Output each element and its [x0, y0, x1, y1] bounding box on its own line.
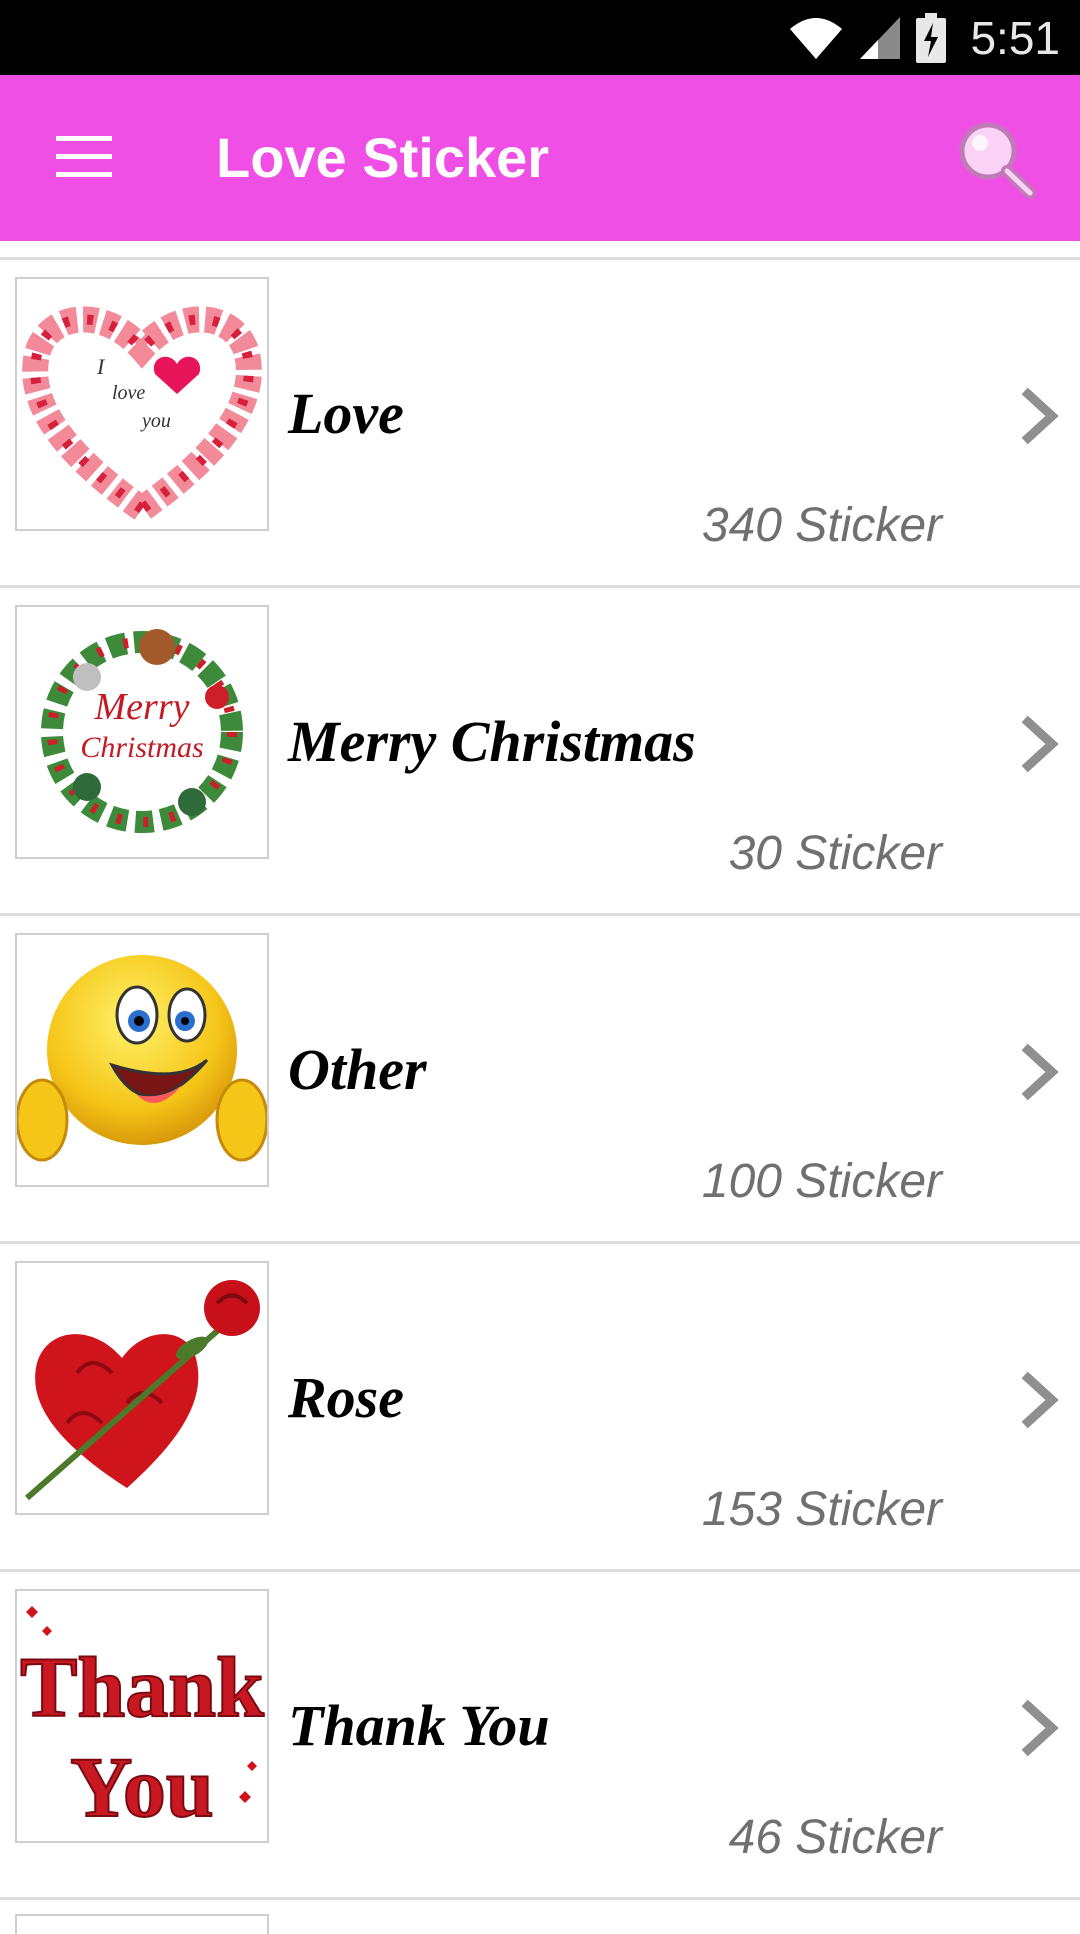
christmas-wreath-icon: Merry Christmas: [41, 629, 243, 833]
category-title: Love: [288, 381, 404, 446]
chevron-right-icon: [1021, 1700, 1059, 1756]
list-item-rose[interactable]: Rose 153 Sticker: [0, 1244, 1080, 1572]
app-title: Love Sticker: [216, 126, 550, 189]
thumb-text: you: [140, 410, 171, 432]
sticker-count: 30 Sticker: [728, 827, 942, 880]
chevron-right-icon: [1021, 388, 1059, 444]
category-title: Rose: [288, 1365, 404, 1430]
thumb-text: Christmas: [80, 731, 203, 764]
heart-petals-icon: I love you: [22, 306, 262, 525]
chevron-right-icon: [1021, 1372, 1059, 1428]
search-button[interactable]: [950, 115, 1040, 205]
thumbnail-thank-you: Thank You: [15, 1589, 269, 1843]
status-icons: 5:51: [788, 0, 1060, 75]
rose-heart-icon: [25, 1280, 260, 1501]
status-bar: 5:51: [0, 0, 1080, 75]
list-item-thank-you[interactable]: Thank You Thank You 46 Sticker: [0, 1572, 1080, 1900]
thumbnail-partial: [15, 1914, 269, 1934]
thumb-text: Merry: [94, 686, 190, 728]
thumb-text: You: [70, 1739, 213, 1835]
menu-button[interactable]: [40, 120, 130, 192]
category-title: Other: [288, 1037, 427, 1102]
cell-signal-icon: [860, 16, 901, 59]
category-title: Merry Christmas: [288, 709, 696, 774]
chevron-right-icon: [1021, 1044, 1059, 1100]
sticker-count: 340 Sticker: [701, 499, 942, 552]
status-time: 5:51: [970, 11, 1060, 64]
sticker-category-list: I love you Love 340 Sticker Merry Christ…: [0, 241, 1080, 1934]
thumbnail-merry-christmas: Merry Christmas: [15, 605, 269, 859]
battery-charging-icon: [916, 12, 947, 63]
list-item-merry-christmas[interactable]: Merry Christmas Merry Christmas 30 Stick…: [0, 588, 1080, 916]
sticker-count: 153 Sticker: [701, 1483, 942, 1536]
thumb-text: Thank: [20, 1639, 264, 1735]
list-top-divider: [0, 241, 1080, 260]
thumb-text: I: [96, 354, 106, 379]
thumbnail-other: [15, 933, 269, 1187]
wifi-icon: [790, 17, 843, 59]
category-title: Thank You: [288, 1693, 550, 1758]
hamburger-menu-icon-line: [56, 153, 112, 159]
hamburger-menu-icon-line: [56, 171, 112, 177]
hamburger-menu-icon: [56, 135, 112, 141]
list-item-partial[interactable]: [0, 1900, 1080, 1934]
list-item-love[interactable]: I love you Love 340 Sticker: [0, 260, 1080, 588]
list-item-other[interactable]: Other 100 Sticker: [0, 916, 1080, 1244]
search-icon: [959, 122, 1036, 199]
thumbnail-rose: [15, 1261, 269, 1515]
chevron-right-icon: [1021, 716, 1059, 772]
thumbnail-love: I love you: [15, 277, 269, 531]
thank-you-glitter-icon: Thank You: [19, 1606, 265, 1836]
app-bar: Love Sticker: [0, 75, 1080, 241]
sticker-count: 46 Sticker: [728, 1811, 942, 1864]
thumb-text: love: [112, 382, 145, 404]
smiley-thumbs-up-icon: [17, 955, 267, 1162]
sticker-count: 100 Sticker: [701, 1155, 942, 1208]
